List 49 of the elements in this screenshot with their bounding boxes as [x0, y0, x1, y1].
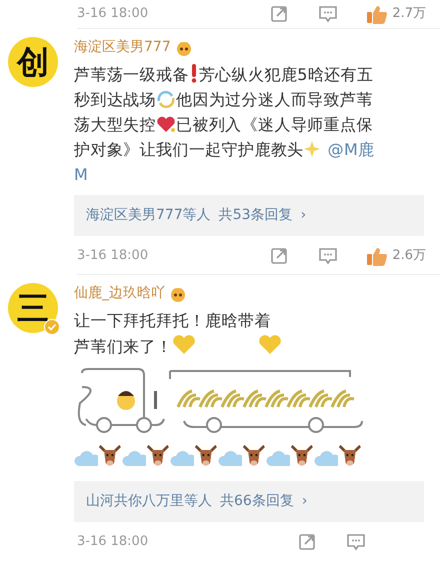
comment-text: 荡大型失控 — [74, 115, 156, 134]
heart-icon — [156, 115, 176, 133]
comment-text: 护对象》让我们一起守护鹿教头 — [74, 140, 304, 159]
comment-text: 芳心纵火犯鹿5晗还有五 — [198, 65, 374, 84]
cloud-icon — [122, 449, 146, 469]
timestamp: 3-16 18:00 — [77, 5, 148, 24]
replies-panel[interactable]: 海淀区美男777等人 共53条回复 › — [74, 195, 424, 236]
share-icon[interactable] — [298, 533, 316, 551]
like-icon[interactable] — [366, 4, 388, 24]
like-count[interactable]: 2.6万 — [392, 246, 426, 266]
comment-icon[interactable] — [318, 247, 338, 265]
comment-text: 让一下拜托拜托！鹿晗带着 — [74, 311, 271, 330]
cloud-icon — [266, 449, 290, 469]
comment-icon[interactable] — [346, 533, 366, 551]
cloud-icon — [314, 449, 338, 469]
heart-icon — [258, 333, 282, 355]
comment-text: 他因为过分迷人而导致芦苇 — [176, 90, 373, 109]
share-icon[interactable] — [270, 247, 288, 265]
emoji-icon — [174, 40, 193, 56]
chevron-icon: › — [302, 491, 308, 512]
timestamp: 3-16 18:00 — [77, 533, 148, 552]
like-icon[interactable] — [366, 246, 388, 266]
replies-panel[interactable]: 山河共你八万里等人 共66条回复 › — [74, 481, 424, 522]
avatar: 创 — [8, 37, 58, 87]
reply-authors: 山河共你八万里等人 — [86, 492, 212, 511]
mention-link[interactable]: @M鹿 — [328, 140, 375, 159]
timestamp: 3-16 18:00 — [77, 247, 148, 266]
reply-authors: 海淀区美男777等人 — [86, 206, 211, 225]
emoji-icon — [169, 286, 187, 302]
heart-icon — [172, 333, 196, 355]
comment-text: 芦苇荡一级戒备 — [74, 65, 189, 84]
sparkle-icon — [304, 140, 322, 158]
comment-icon[interactable] — [318, 5, 338, 23]
cloud-icon — [218, 449, 242, 469]
reply-count: 共66条回复 — [220, 492, 294, 511]
comment-text: 秒到达战场 — [74, 90, 156, 109]
share-icon[interactable] — [270, 5, 288, 23]
avatar: 三 — [8, 283, 58, 333]
cloud-icon — [170, 449, 194, 469]
cloud-icon — [74, 449, 98, 469]
comment-text: 芦苇们来了！ — [74, 337, 172, 356]
username[interactable]: 仙鹿_边玖晗吖 — [74, 283, 165, 304]
username[interactable]: 海淀区美男777 — [74, 37, 171, 58]
mention-link[interactable]: M — [74, 165, 88, 184]
like-count[interactable]: 2.7万 — [392, 4, 426, 24]
reply-count: 共53条回复 — [218, 206, 293, 225]
comment-text: 已被列入《迷人导师重点保 — [176, 115, 373, 134]
chevron-icon: › — [300, 205, 306, 226]
swirl-icon — [156, 90, 176, 108]
